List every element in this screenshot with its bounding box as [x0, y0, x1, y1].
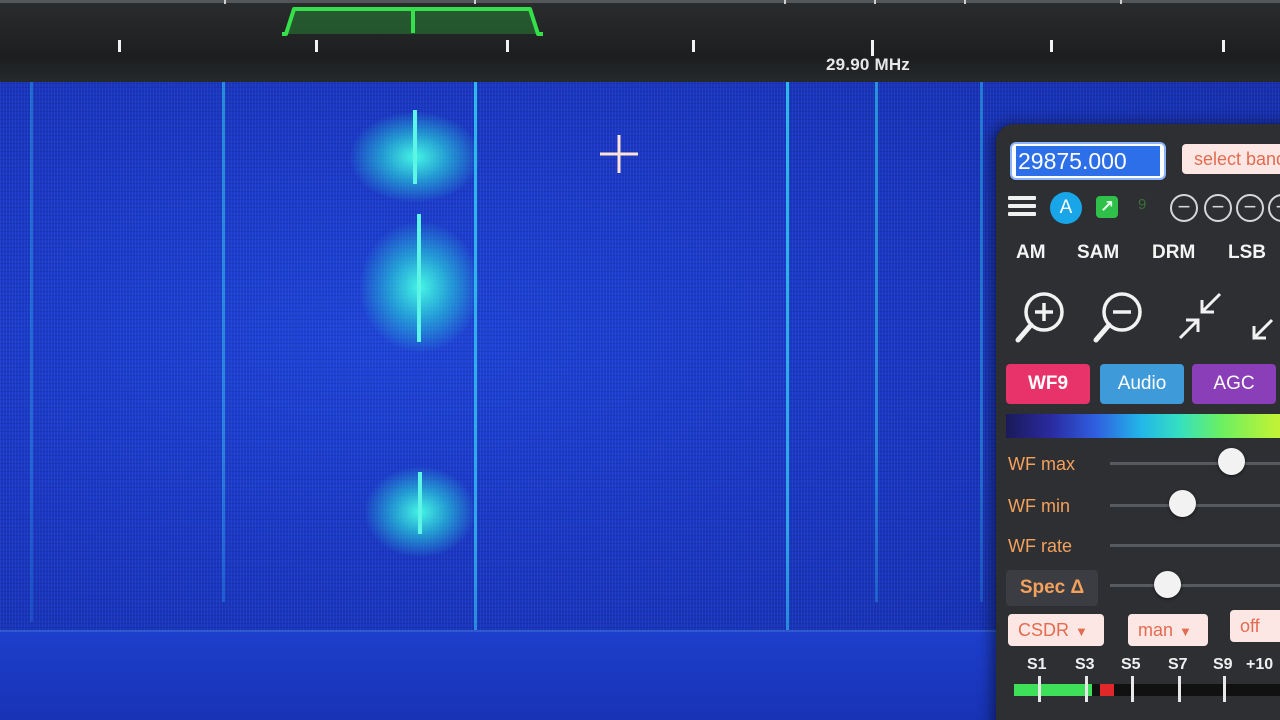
smeter-tick: [1085, 676, 1088, 702]
smeter-tick: [1223, 676, 1226, 702]
s-meter-peak: [1100, 684, 1114, 696]
scale-minor-tick: [474, 0, 476, 4]
tab-audio[interactable]: Audio: [1100, 364, 1184, 404]
scale-tick: [506, 40, 509, 52]
s-meter-bar: [1014, 684, 1280, 696]
wf-max-slider-knob[interactable]: [1218, 448, 1245, 475]
zoom-in-icon[interactable]: [1014, 288, 1070, 344]
zoom-step-minus-icon[interactable]: −: [1204, 194, 1232, 222]
scale-minor-tick: [964, 0, 966, 4]
carrier-trace: [875, 82, 878, 602]
spec-delta-button[interactable]: Spec Δ: [1006, 570, 1098, 606]
carrier-trace: [474, 82, 477, 720]
scale-tick: [118, 40, 121, 52]
agc-mode-dropdown[interactable]: man ▼: [1128, 614, 1208, 646]
s-meter-level: [1014, 684, 1092, 696]
carrier-trace: [786, 82, 789, 720]
wf-max-label: WF max: [1008, 454, 1075, 474]
wf-min-slider-knob[interactable]: [1169, 490, 1196, 517]
chevron-down-icon: ▼: [1075, 624, 1088, 639]
agc-mode-value: man: [1138, 620, 1174, 640]
wf-rate-label: WF rate: [1008, 536, 1073, 556]
spec-slider[interactable]: [1110, 584, 1280, 587]
smeter-tick: [1178, 676, 1181, 702]
agc-off-button[interactable]: off: [1230, 610, 1280, 642]
zoom-step-plus-icon[interactable]: +: [1268, 194, 1280, 222]
waterfall-source-value: CSDR: [1018, 620, 1070, 640]
wf-max-slider[interactable]: [1110, 462, 1280, 465]
scale-minor-tick: [224, 0, 226, 4]
zoom-band-icon[interactable]: [1246, 288, 1280, 344]
smeter-label-s7: S7: [1168, 656, 1188, 673]
band-select[interactable]: select band: [1182, 144, 1280, 174]
wf-rate-slider[interactable]: [1110, 544, 1280, 547]
zoom-step-minus-icon[interactable]: −: [1236, 194, 1264, 222]
signal-carrier: [418, 472, 422, 534]
scale-minor-tick: [784, 0, 786, 4]
smeter-tick: [1131, 676, 1134, 702]
dim-button-icon[interactable]: 9: [1138, 196, 1146, 213]
mode-sam-button[interactable]: SAM: [1077, 242, 1119, 264]
scale-tick: [1222, 40, 1225, 52]
signal-carrier: [413, 110, 417, 184]
control-panel: 29875.000 select band A ↗ 9 − − − + AM S…: [996, 124, 1280, 720]
scale-top-border: [0, 0, 1280, 3]
smeter-label-s5: S5: [1121, 656, 1141, 673]
frequency-scale[interactable]: 29.90 MHz: [0, 0, 1280, 82]
menu-icon[interactable]: [1008, 196, 1036, 220]
scale-tick: [692, 40, 695, 52]
mode-drm-button[interactable]: DRM: [1152, 242, 1195, 264]
zoom-step-minus-icon[interactable]: −: [1170, 194, 1198, 222]
waterfall-source-dropdown[interactable]: CSDR ▼: [1008, 614, 1104, 646]
chevron-down-icon: ▼: [1179, 624, 1192, 639]
tab-wf[interactable]: WF9: [1006, 364, 1090, 404]
frequency-input[interactable]: 29875.000: [1010, 142, 1166, 180]
scale-tick: [1050, 40, 1053, 52]
zoom-fit-icon[interactable]: [1172, 288, 1228, 344]
smeter-label-plus10: +10: [1246, 656, 1274, 673]
scale-minor-tick: [874, 0, 876, 4]
frequency-input-value: 29875.000: [1016, 146, 1160, 176]
waterfall-colormap-bar: [1006, 414, 1280, 438]
smeter-tick: [1038, 676, 1041, 702]
wf-min-label: WF min: [1008, 496, 1070, 516]
mode-lsb-button[interactable]: LSB: [1228, 242, 1266, 264]
crosshair-cursor-icon: [600, 135, 638, 173]
smeter-label-s1: S1: [1027, 656, 1047, 673]
carrier-trace: [222, 82, 225, 602]
scale-frequency-label: 29.90 MHz: [826, 55, 911, 74]
carrier-trace: [980, 82, 983, 602]
smeter-label-s9: S9: [1213, 656, 1233, 673]
signal-carrier: [417, 214, 421, 342]
spec-slider-knob[interactable]: [1154, 571, 1181, 598]
zoom-out-icon[interactable]: [1092, 288, 1148, 344]
smeter-label-s3: S3: [1075, 656, 1095, 673]
mode-am-button[interactable]: AM: [1016, 242, 1046, 264]
scale-tick: [315, 40, 318, 52]
scale-major-tick: [871, 40, 874, 56]
waterfall-older-band: [0, 630, 1000, 720]
external-link-icon[interactable]: ↗: [1096, 196, 1118, 218]
tab-agc[interactable]: AGC: [1192, 364, 1276, 404]
passband-indicator[interactable]: [280, 6, 545, 36]
scale-minor-tick: [1120, 0, 1122, 4]
carrier-trace: [30, 82, 33, 622]
a-button[interactable]: A: [1050, 192, 1082, 224]
